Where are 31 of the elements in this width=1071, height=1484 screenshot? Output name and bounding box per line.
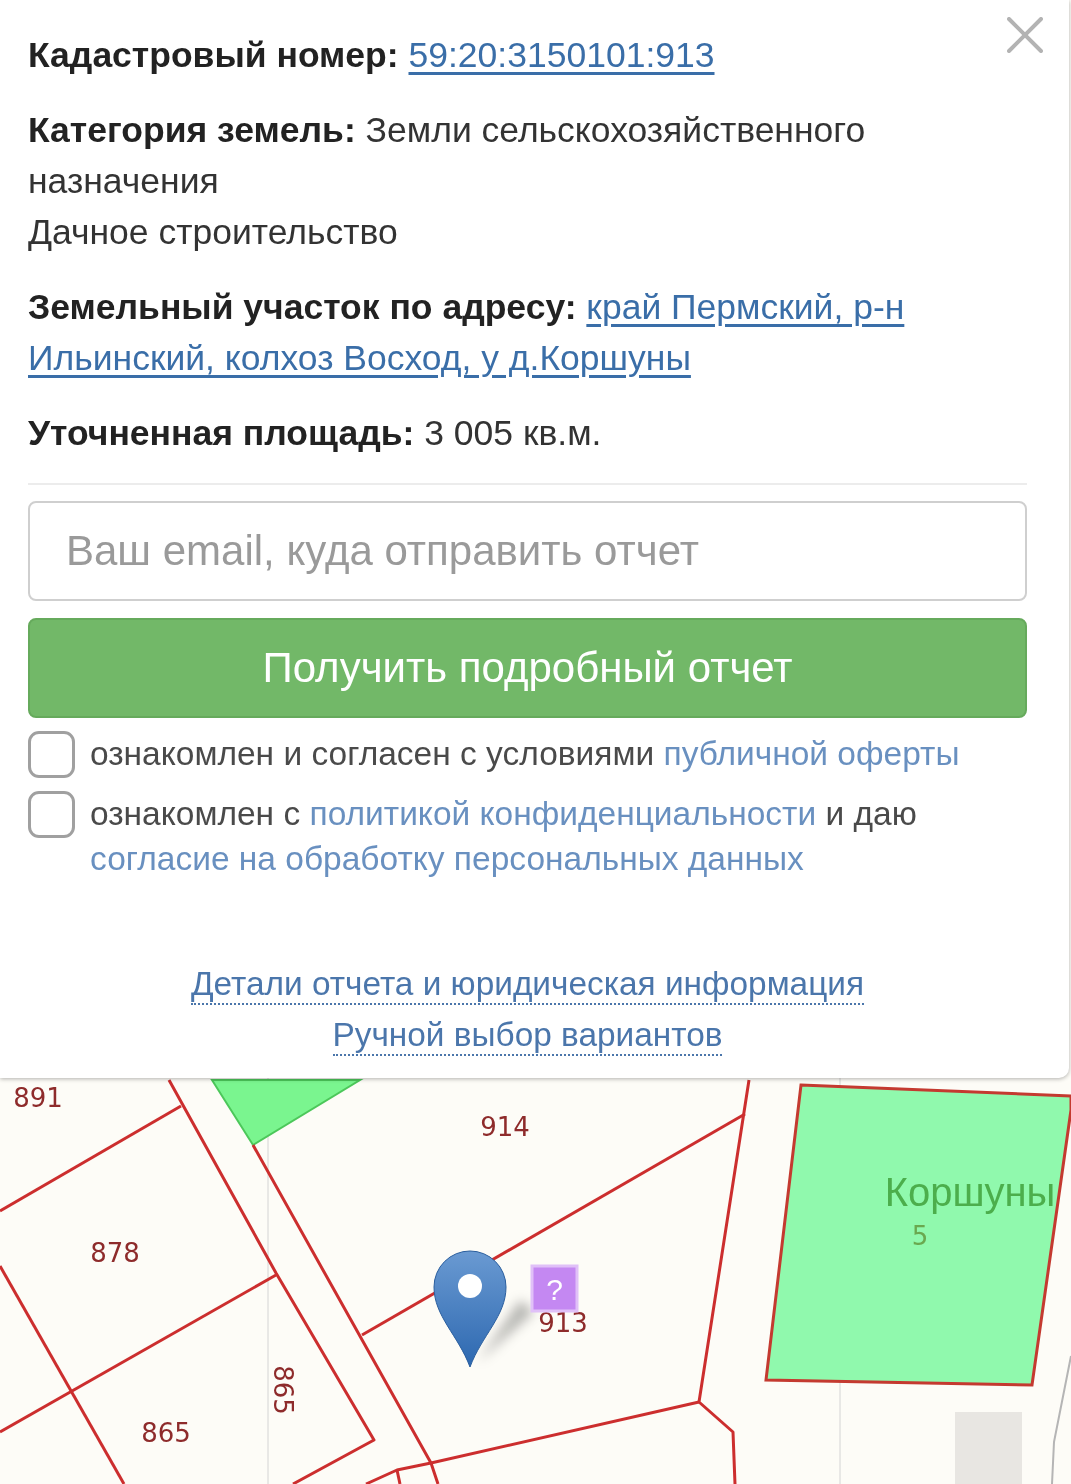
parcel-number: 891 xyxy=(13,1083,63,1113)
land-category-text: Категория земель: Земли сельскохозяйственного назначения xyxy=(28,109,867,203)
address-label: Земельный участок по адресу: xyxy=(28,287,577,327)
consent-link[interactable]: публичной оферты xyxy=(663,735,960,772)
cadastral-number-label: Кадастровый номер: xyxy=(28,35,399,75)
footer-link[interactable]: Ручной выбор вариантов xyxy=(332,1016,723,1056)
submit-button[interactable]: Получить подробный отчет xyxy=(28,618,1027,718)
consent-text: и даю xyxy=(825,795,917,832)
cadastral-number-link[interactable]: 59:20:3150101:913 xyxy=(408,35,715,75)
parcel-number: 878 xyxy=(90,1238,140,1268)
email-field[interactable]: Ваш email, куда отправить отчет xyxy=(28,501,1027,601)
parcel-number: 865 xyxy=(141,1418,191,1448)
location-pin-icon xyxy=(433,1250,534,1368)
consent-link[interactable]: согласие на обработку персональных данных xyxy=(90,840,804,877)
checkbox[interactable] xyxy=(28,731,75,778)
address-link[interactable]: Ильинский, колхоз Восход, у д.Коршуны xyxy=(28,338,691,378)
house-number: 5 xyxy=(911,1221,929,1251)
area-text: Уточненная площадь: 3 005 кв.м. xyxy=(28,412,603,455)
settlement-name: Коршуны xyxy=(884,1170,1056,1214)
consent-text: ознакомлен с xyxy=(90,795,301,832)
parcel-number: 865 xyxy=(268,1365,298,1415)
footer-link[interactable]: Детали отчета и юридическая информация xyxy=(190,965,865,1005)
close-button[interactable] xyxy=(1005,15,1045,55)
consent-link[interactable]: политикой конфиденциальности xyxy=(309,795,817,832)
permitted-use-text: Дачное строительство xyxy=(28,211,399,254)
address-link[interactable]: край Пермский, р-н xyxy=(586,287,905,327)
parcel-number: 914 xyxy=(480,1112,530,1142)
checkbox[interactable] xyxy=(28,791,75,838)
question-marker: ? xyxy=(530,1264,579,1313)
consent-text: ознакомлен и согласен с условиями xyxy=(90,735,655,772)
close-icon xyxy=(1007,17,1043,53)
